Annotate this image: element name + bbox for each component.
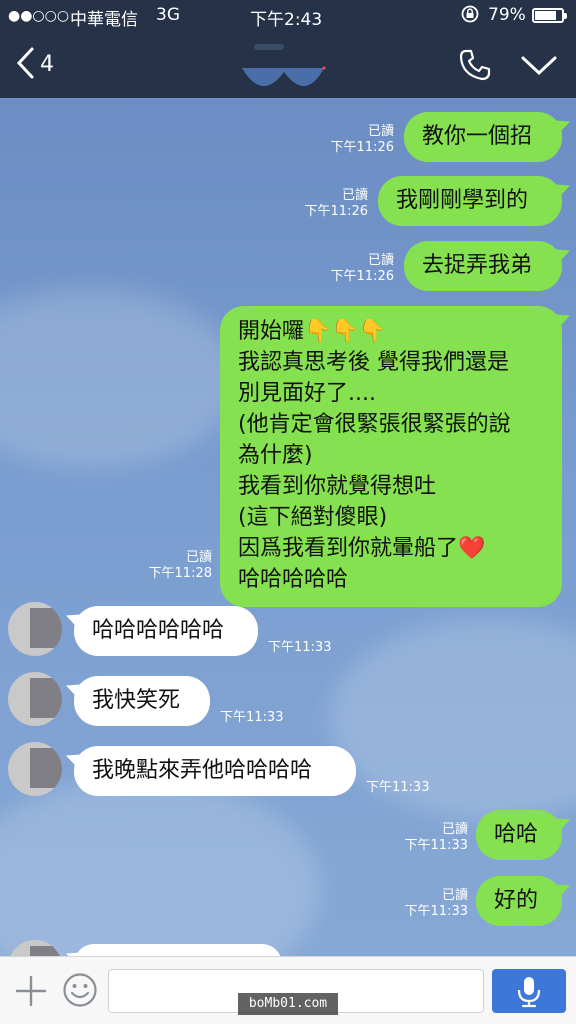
message-meta: 已讀 下午11:33 [405, 888, 468, 920]
chat-area[interactable]: 已讀 下午11:26 教你一個招 已讀 下午11:26 我剛剛學到的 已讀 下午… [0, 98, 576, 956]
message-line: 我認真思考後 覺得我們還是 [238, 350, 509, 375]
incoming-message[interactable]: 我快笑死 [74, 676, 210, 726]
signal-strength: ●●○○○ [8, 8, 70, 24]
message-time: 下午11:33 [404, 838, 468, 853]
back-button[interactable]: 4 [0, 32, 80, 98]
chat-header: 4 [0, 32, 576, 98]
plus-icon[interactable] [14, 974, 48, 1008]
incoming-message[interactable]: 哈哈哈哈哈哈 [74, 606, 258, 656]
message-line: 別見面好了.... [238, 381, 376, 406]
outgoing-message[interactable]: 好的 [476, 876, 562, 926]
carrier-name: 中華電信 [70, 10, 138, 30]
message-time: 下午11:33 [268, 640, 332, 655]
message-meta: 已讀 下午11:28 [149, 550, 212, 582]
incoming-message[interactable]: 我晚點來弄他哈哈哈哈 [74, 746, 356, 796]
outgoing-message[interactable]: 哈哈 [476, 810, 562, 860]
background-cloud [0, 778, 320, 956]
background-cloud [0, 288, 240, 468]
rotation-lock-icon [460, 4, 480, 29]
message-time: 下午11:26 [330, 269, 394, 284]
watermark: boMb01.com [238, 993, 338, 1015]
message-time: 下午11:33 [366, 780, 430, 795]
read-receipt: 已讀 [441, 822, 468, 837]
message-time: 下午11:33 [220, 710, 284, 725]
message-time: 下午11:33 [404, 904, 468, 919]
outgoing-message[interactable]: 去捉弄我弟 [404, 241, 562, 291]
message-meta: 已讀 下午11:26 [305, 188, 368, 220]
avatar[interactable] [8, 742, 62, 796]
mic-icon [517, 977, 541, 1008]
phone-icon[interactable] [458, 48, 492, 82]
read-receipt: 已讀 [367, 124, 394, 139]
read-receipt: 已讀 [441, 888, 468, 903]
status-bar: ●●○○○ 中華電信 3G 下午2:43 79% [0, 0, 576, 32]
emoji-icon[interactable] [62, 972, 98, 1008]
avatar[interactable] [8, 672, 62, 726]
message-line: (這下絕對傻眼) [238, 505, 388, 530]
message-line: 為什麼) [238, 443, 313, 468]
message-line: 因爲我看到你就暈船了❤️ [238, 536, 486, 561]
battery-icon [532, 8, 567, 23]
outgoing-message[interactable]: 我剛剛學到的 [378, 176, 562, 226]
outgoing-message[interactable]: 教你一個招 [404, 112, 562, 162]
message-meta: 已讀 下午11:26 [331, 253, 394, 285]
message-time: 下午11:26 [304, 204, 368, 219]
chevron-down-icon[interactable] [520, 52, 558, 78]
read-receipt: 已讀 [185, 550, 212, 565]
read-receipt: 已讀 [341, 188, 368, 203]
message-time: 下午11:26 [330, 140, 394, 155]
outgoing-message-long[interactable]: 開始囉👇👇👇 我認真思考後 覺得我們還是 別見面好了.... (他肯定會很緊張很… [220, 306, 562, 607]
message-time: 下午11:28 [148, 566, 212, 581]
battery-percent: 79% [488, 5, 526, 25]
unread-count: 4 [40, 52, 54, 77]
voice-button[interactable] [492, 969, 566, 1013]
message-line: (他肯定會很緊張很緊張的說 [238, 412, 511, 437]
contact-name-redacted [242, 44, 326, 87]
chevron-left-icon [16, 47, 34, 79]
message-line: 哈哈哈哈哈 [238, 567, 349, 592]
message-meta: 已讀 下午11:33 [405, 822, 468, 854]
read-receipt: 已讀 [367, 253, 394, 268]
incoming-message-partial[interactable] [74, 944, 282, 956]
message-meta: 已讀 下午11:26 [331, 124, 394, 156]
message-line: 我看到你就覺得想吐 [238, 474, 437, 499]
message-line: 開始囉👇👇👇 [238, 319, 387, 344]
avatar[interactable] [8, 602, 62, 656]
network-type: 3G [156, 5, 180, 25]
clock: 下午2:43 [250, 10, 323, 30]
